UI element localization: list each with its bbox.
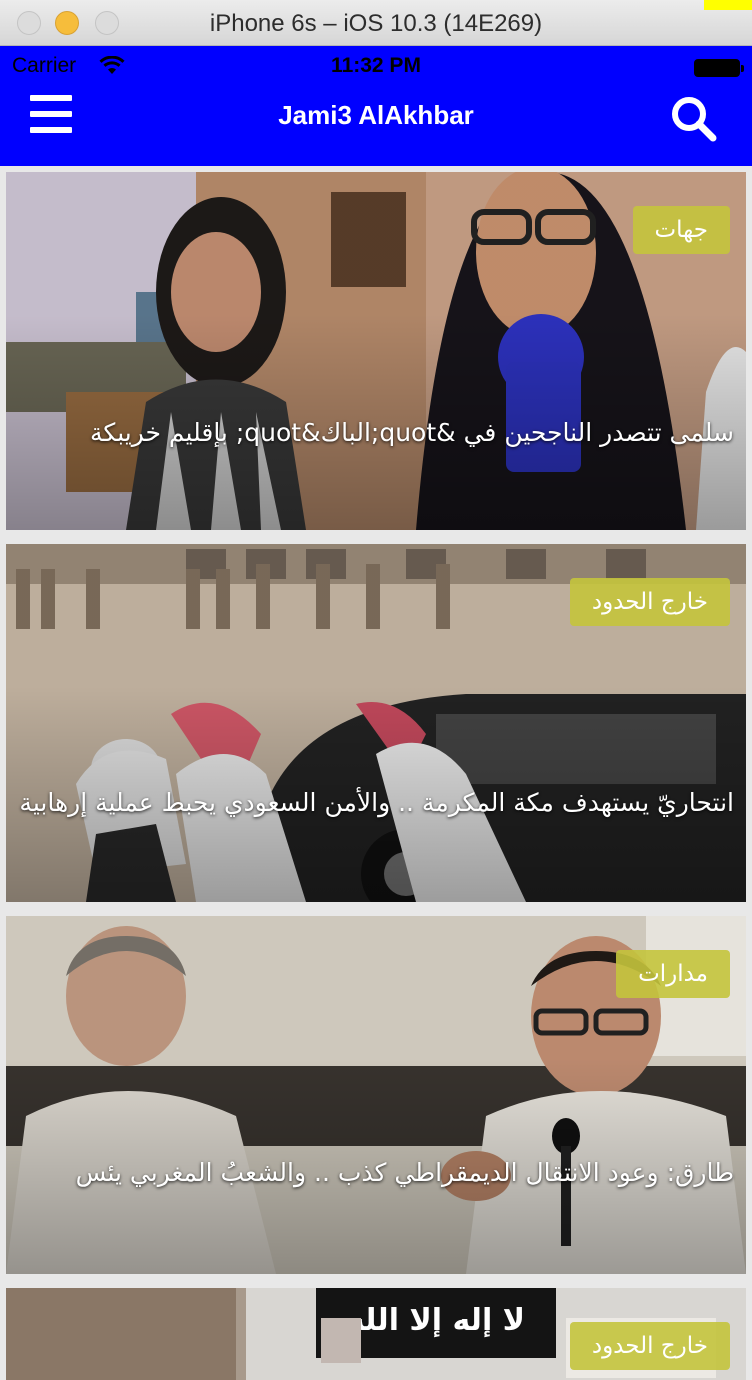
- article-card[interactable]: لا إله إلا الله خارج الحدود: [6, 1288, 746, 1380]
- app-navbar: Carrier 11:32 PM Jami3 AlAkhbar: [0, 46, 752, 166]
- article-headline[interactable]: سلمى تتصدر الناجحين في &quot;الباك&quot;…: [16, 414, 734, 452]
- article-headline[interactable]: طارق: وعود الانتقال الديمقراطي كذب .. وا…: [16, 1154, 734, 1192]
- app-title: Jami3 AlAkhbar: [278, 100, 474, 130]
- battery-icon: [694, 59, 744, 77]
- window-titlebar: iPhone 6s – iOS 10.3 (14E269): [0, 0, 752, 46]
- window-title: iPhone 6s – iOS 10.3 (14E269): [209, 10, 543, 37]
- svg-text:لا إله إلا الله: لا إله إلا الله: [347, 1303, 525, 1338]
- search-icon[interactable]: [668, 94, 720, 142]
- article-card[interactable]: جهات سلمى تتصدر الناجحين في &quot;الباك&…: [6, 172, 746, 530]
- category-badge[interactable]: جهات: [632, 206, 730, 254]
- category-badge[interactable]: خارج الحدود: [569, 578, 730, 626]
- corner-marker: [704, 0, 752, 10]
- category-badge[interactable]: خارج الحدود: [569, 1322, 730, 1370]
- status-time: 11:32 PM: [331, 54, 421, 77]
- article-card[interactable]: خارج الحدود انتحاريّ يستهدف مكة المكرمة …: [6, 544, 746, 902]
- article-headline[interactable]: انتحاريّ يستهدف مكة المكرمة .. والأمن ال…: [16, 784, 734, 822]
- article-card[interactable]: مدارات طارق: وعود الانتقال الديمقراطي كذ…: [6, 916, 746, 1274]
- category-badge[interactable]: مدارات: [616, 950, 730, 998]
